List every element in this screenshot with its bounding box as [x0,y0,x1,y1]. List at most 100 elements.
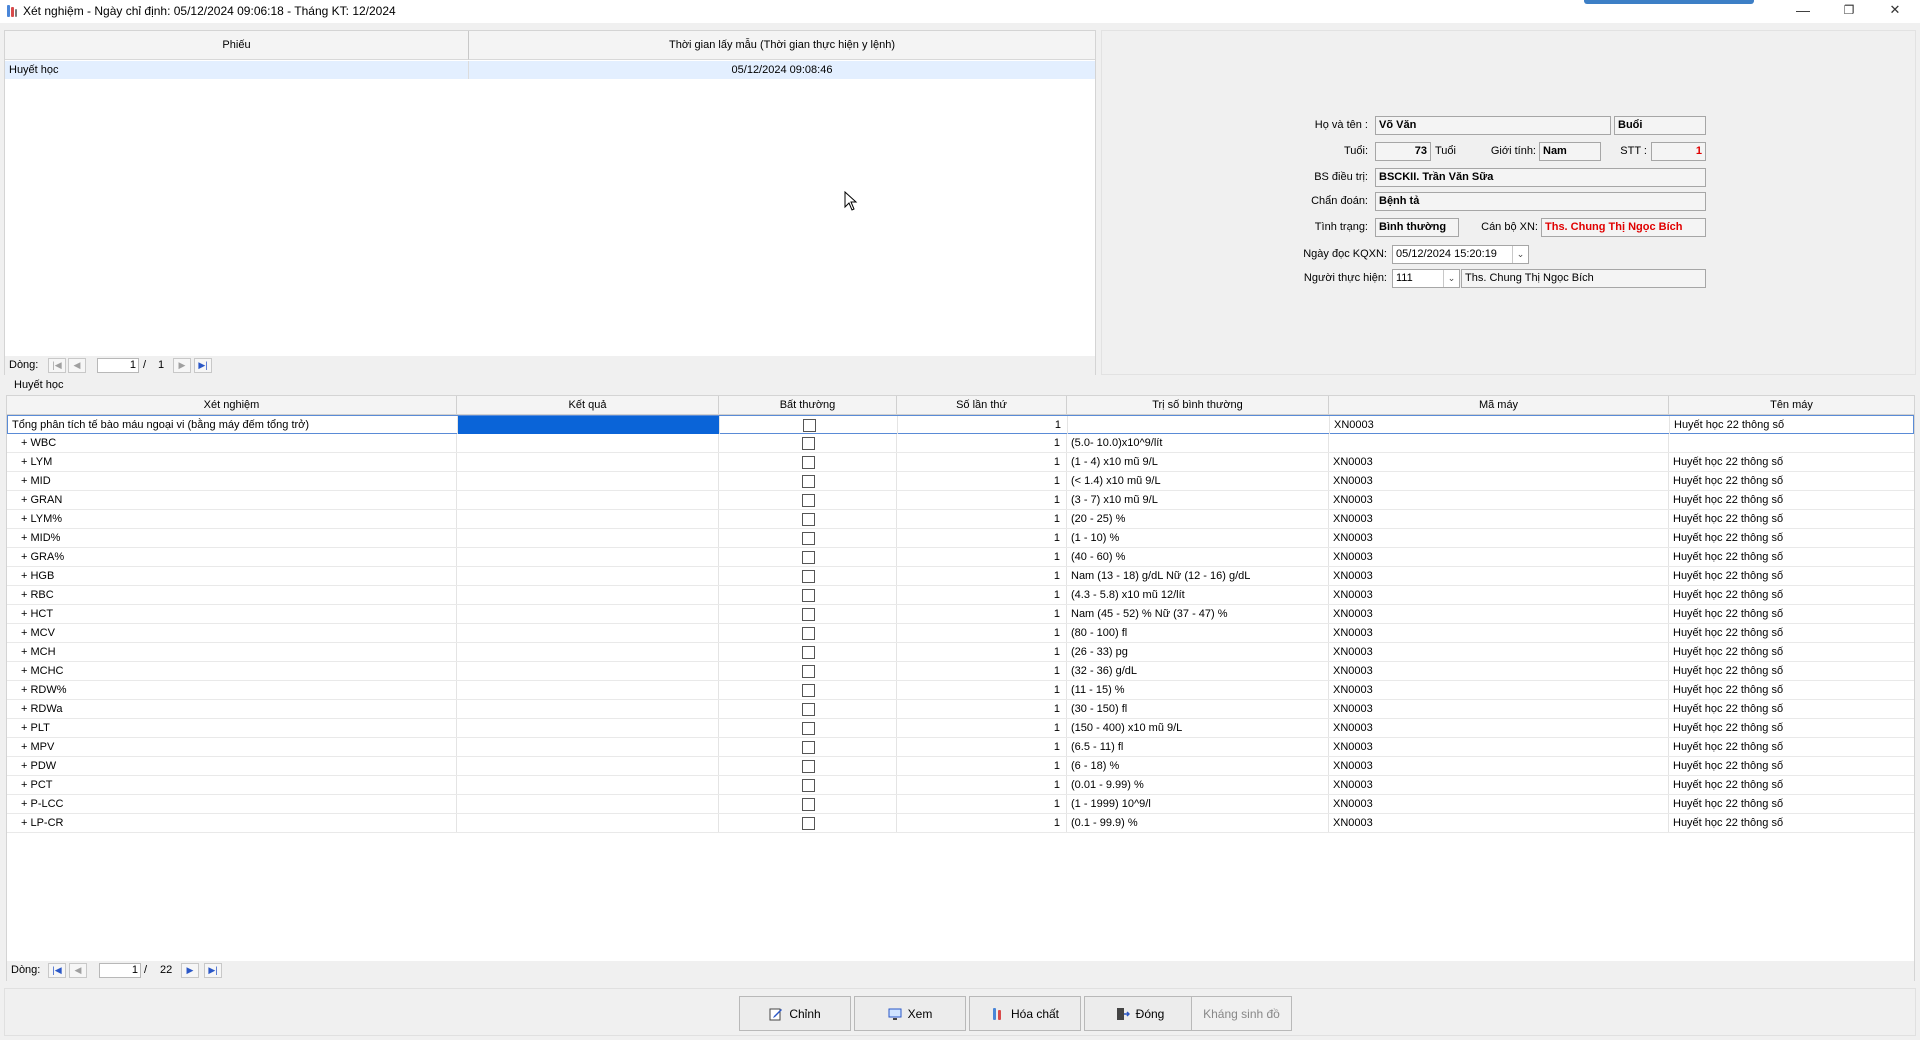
table-row[interactable]: + MID 1 (< 1.4) x10 mũ 9/L XN0003 Huyết học … [7,472,1914,491]
result-cell[interactable] [457,491,719,509]
table-row[interactable]: + RDW% 1 (11 - 15) % XN0003 Huyết học 22 thô… [7,681,1914,700]
abnormal-checkbox[interactable] [801,779,815,792]
ticket-row[interactable]: Huyết học 05/12/2024 09:08:46 [5,61,1095,79]
result-cell[interactable] [457,757,719,775]
result-cell[interactable] [457,738,719,756]
result-cell[interactable] [457,795,719,813]
abnormal-checkbox[interactable] [801,437,815,450]
column-header-phieu[interactable]: Phiếu [5,31,469,60]
table-row[interactable]: + GRAN 1 (3 - 7) x10 mũ 9/L XN0003 Huyết học… [7,491,1914,510]
diagnosis-field[interactable]: Bệnh tả [1375,192,1706,211]
result-cell[interactable] [457,567,719,585]
last-record-icon[interactable]: ▶| [204,963,222,978]
prev-record-icon[interactable]: ◀ [69,963,87,978]
edit-button[interactable]: Chỉnh [739,996,851,1031]
result-cell[interactable] [457,434,719,452]
next-record-icon[interactable]: ▶ [173,358,191,373]
minimize-button[interactable]: — [1780,0,1826,22]
close-button[interactable]: Đóng [1084,996,1196,1031]
result-cell[interactable] [457,453,719,471]
table-row[interactable]: + RBC 1 (4.3 - 5.8) x10 mũ 12/lít XN0003 Huy… [7,586,1914,605]
abnormal-checkbox[interactable] [801,741,815,754]
read-date-picker[interactable]: 05/12/2024 15:20:19 ⌄ [1392,245,1529,264]
table-row[interactable]: + MCH 1 (26 - 33) pg XN0003 Huyết học 22 thô… [7,643,1914,662]
abnormal-checkbox[interactable] [802,419,816,432]
performer-name-field[interactable]: Ths. Chung Thị Ngọc Bích [1461,269,1706,288]
result-cell[interactable] [457,624,719,642]
table-row[interactable]: + LYM% 1 (20 - 25) % XN0003 Huyết học 22 thô… [7,510,1914,529]
result-cell[interactable] [458,416,720,434]
doctor-field[interactable]: BSCKII. Trần Văn Sữa [1375,168,1706,187]
chevron-down-icon[interactable]: ⌄ [1512,246,1528,263]
abnormal-checkbox[interactable] [801,494,815,507]
table-row[interactable]: + LYM 1 (1 - 4) x10 mũ 9/L XN0003 Huyết học … [7,453,1914,472]
result-cell[interactable] [457,586,719,604]
abnormal-checkbox[interactable] [801,798,815,811]
table-row[interactable]: Tổng phân tích tế bào máu ngoại vi (bằng… [7,415,1914,434]
first-record-icon[interactable]: |◀ [48,963,66,978]
table-row[interactable]: + HGB 1 Nam (13 - 18) g/dL Nữ (12 - 16) g/… [7,567,1914,586]
table-row[interactable]: + MID% 1 (1 - 10) % XN0003 Huyết học 22 thôn… [7,529,1914,548]
abnormal-checkbox[interactable] [801,570,815,583]
table-row[interactable]: + PLT 1 (150 - 400) x10 mũ 9/L XN0003 Huyết … [7,719,1914,738]
table-row[interactable]: + HCT 1 Nam (45 - 52) % Nữ (37 - 47) % XN00… [7,605,1914,624]
result-cell[interactable] [457,681,719,699]
age-field[interactable]: 73 [1375,142,1431,161]
result-cell[interactable] [457,662,719,680]
status-field[interactable]: Bình thường [1375,218,1459,237]
table-row[interactable]: + LP-CR 1 (0.1 - 99.9) % XN0003 Huyết học 22… [7,814,1914,833]
gender-field[interactable]: Nam [1539,142,1601,161]
restore-button[interactable]: ❐ [1826,0,1872,22]
column-header-machine-name[interactable]: Tên máy [1669,396,1914,415]
table-row[interactable]: + MCV 1 (80 - 100) fl XN0003 Huyết học 22 th… [7,624,1914,643]
table-row[interactable]: + MPV 1 (6.5 - 11) fl XN0003 Huyết học 22 th… [7,738,1914,757]
current-record-input[interactable]: 1 [97,358,139,373]
result-cell[interactable] [457,814,719,832]
abnormal-checkbox[interactable] [801,475,815,488]
column-header-result[interactable]: Kết quả [457,396,719,415]
abnormal-checkbox[interactable] [801,551,815,564]
table-row[interactable]: + MCHC 1 (32 - 36) g/dL XN0003 Huyết học 22 … [7,662,1914,681]
table-row[interactable]: + P-LCC 1 (1 - 1999) 10^9/l XN0003 Huyết học… [7,795,1914,814]
result-cell[interactable] [457,776,719,794]
column-header-normal-range[interactable]: Trị số bình thường [1067,396,1329,415]
result-cell[interactable] [457,510,719,528]
next-record-icon[interactable]: ▶ [181,963,199,978]
abnormal-checkbox[interactable] [801,456,815,469]
close-window-button[interactable]: ✕ [1872,0,1918,22]
abnormal-checkbox[interactable] [801,589,815,602]
abnormal-checkbox[interactable] [801,646,815,659]
result-cell[interactable] [457,548,719,566]
abnormal-checkbox[interactable] [801,665,815,678]
column-header-test[interactable]: Xét nghiệm [7,396,457,415]
session-field[interactable]: Buổi [1614,116,1706,135]
column-header-machine-code[interactable]: Mã máy [1329,396,1669,415]
patient-name-field[interactable]: Võ Văn [1375,116,1611,135]
abnormal-checkbox[interactable] [801,722,815,735]
chemical-button[interactable]: Hóa chất [969,996,1081,1031]
abnormal-checkbox[interactable] [801,532,815,545]
table-row[interactable]: + PCT 1 (0.01 - 9.99) % XN0003 Huyết học 22 … [7,776,1914,795]
abnormal-checkbox[interactable] [801,703,815,716]
prev-record-icon[interactable]: ◀ [68,358,86,373]
result-cell[interactable] [457,472,719,490]
performer-code-select[interactable]: 111 ⌄ [1392,269,1460,288]
result-cell[interactable] [457,605,719,623]
abnormal-checkbox[interactable] [801,817,815,830]
last-record-icon[interactable]: ▶| [194,358,212,373]
result-cell[interactable] [457,700,719,718]
abnormal-checkbox[interactable] [801,760,815,773]
first-record-icon[interactable]: |◀ [48,358,66,373]
result-cell[interactable] [457,719,719,737]
abnormal-checkbox[interactable] [801,627,815,640]
abnormal-checkbox[interactable] [801,684,815,697]
column-header-count[interactable]: Số lần thứ [897,396,1067,415]
column-header-sample-time[interactable]: Thời gian lấy mẫu (Thời gian thực hiện y… [469,31,1095,60]
table-row[interactable]: + WBC 1 (5.0- 10.0)x10^9/lít [7,434,1914,453]
result-cell[interactable] [457,643,719,661]
abnormal-checkbox[interactable] [801,608,815,621]
result-cell[interactable] [457,529,719,547]
current-record-input[interactable]: 1 [99,963,141,978]
table-row[interactable]: + PDW 1 (6 - 18) % XN0003 Huyết học 22 thông… [7,757,1914,776]
table-row[interactable]: + RDWa 1 (30 - 150) fl XN0003 Huyết học 22 t… [7,700,1914,719]
